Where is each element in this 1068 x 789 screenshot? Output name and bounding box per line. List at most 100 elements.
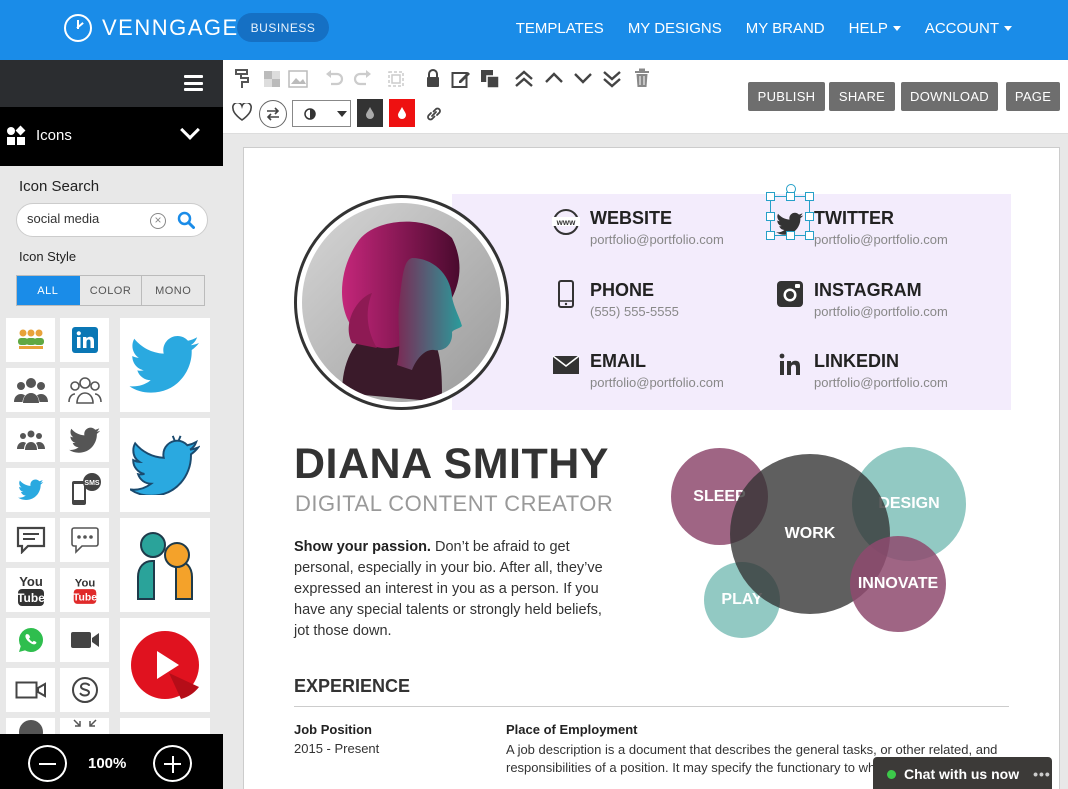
youtube-icon: You Tube [17, 574, 45, 606]
clock-logo-icon [64, 14, 92, 42]
resume-name[interactable]: DIANA SMITHY [294, 440, 609, 489]
venngage-logo[interactable]: VENNGAGE [64, 14, 239, 42]
redo-icon[interactable] [353, 70, 373, 88]
resize-handle-se[interactable] [805, 231, 814, 240]
icon-result-video-camera[interactable] [60, 618, 109, 662]
favorite-heart-icon[interactable] [232, 103, 252, 121]
icon-search-input[interactable] [27, 211, 147, 226]
trash-icon[interactable] [634, 68, 650, 88]
resize-handle-sw[interactable] [766, 231, 775, 240]
group-icon [13, 378, 48, 403]
profile-photo-frame[interactable] [294, 195, 509, 410]
nav-links: TEMPLATES MY DESIGNS MY BRAND HELP ACCOU… [516, 0, 1012, 56]
icon-result-twitter-bird-large[interactable] [120, 318, 210, 412]
icon-result-partial-3[interactable] [120, 718, 210, 734]
resize-handle-w[interactable] [766, 212, 775, 221]
resume-bio[interactable]: Show your passion. Don’t be afraid to ge… [294, 537, 614, 642]
selection-box[interactable] [766, 192, 814, 240]
nav-account[interactable]: ACCOUNT [925, 20, 1012, 37]
job-position[interactable]: Job Position [294, 722, 372, 737]
style-tab-all[interactable]: ALL [17, 276, 80, 305]
icon-result-conversation[interactable] [120, 518, 210, 612]
lock-icon[interactable] [426, 68, 440, 88]
resize-handle-n[interactable] [786, 192, 795, 201]
icon-result-crowd[interactable] [6, 418, 55, 462]
icon-result-group[interactable] [6, 368, 55, 412]
venn-innovate[interactable]: INNOVATE [850, 536, 946, 632]
resize-handle-s[interactable] [786, 231, 795, 240]
nav-templates[interactable]: TEMPLATES [516, 20, 604, 37]
zoom-out-icon[interactable] [28, 745, 67, 782]
color-swatch-dark[interactable] [357, 99, 383, 127]
icon-result-youtube-play[interactable] [120, 618, 210, 712]
page-button[interactable]: PAGE [1006, 82, 1060, 111]
swap-button[interactable] [259, 100, 287, 128]
resume-page[interactable]: www WEBSITE portfolio@portfolio.com TWIT… [243, 147, 1060, 789]
icon-result-linkedin[interactable] [60, 318, 109, 362]
round-icon [18, 720, 43, 734]
icon-result-twitter-mono[interactable] [60, 418, 109, 462]
nav-my-brand[interactable]: MY BRAND [746, 20, 825, 37]
send-to-back-icon[interactable] [602, 69, 622, 89]
more-dots-icon[interactable]: ••• [1033, 766, 1051, 782]
linkedin-icon [71, 327, 98, 353]
duplicate-icon[interactable] [480, 69, 500, 89]
icon-result-partial-2[interactable] [60, 718, 109, 734]
nav-my-designs-label: MY DESIGNS [627, 19, 722, 37]
panel-header[interactable]: Icons [0, 107, 223, 166]
style-tab-color[interactable]: COLOR [80, 276, 143, 305]
icon-result-group-outline[interactable] [60, 368, 109, 412]
icon-result-whatsapp[interactable] [6, 618, 55, 662]
resize-handle-ne[interactable] [805, 192, 814, 201]
employer[interactable]: Place of Employment [506, 722, 637, 737]
paint-format-icon[interactable] [232, 68, 252, 90]
icon-result-team-color[interactable] [6, 318, 55, 362]
nav-help[interactable]: HELP [849, 20, 901, 37]
resize-handle-nw[interactable] [766, 192, 775, 201]
twitter-bird-icon [129, 336, 199, 393]
opacity-dropdown[interactable] [292, 100, 351, 127]
color-swatch-red[interactable] [389, 99, 415, 127]
nav-my-designs[interactable]: MY DESIGNS [628, 20, 722, 37]
icon-result-youtube-color[interactable]: You Tube [60, 568, 109, 612]
experience-heading[interactable]: EXPERIENCE [294, 676, 410, 697]
icon-result-partial-1[interactable] [6, 718, 55, 734]
search-icon[interactable] [177, 211, 195, 229]
team-icon [17, 329, 44, 349]
contact-phone-label: PHONE [590, 280, 655, 300]
bring-to-front-icon[interactable] [514, 69, 534, 89]
job-dates[interactable]: 2015 - Present [294, 741, 379, 756]
crop-frame-icon[interactable] [387, 70, 405, 88]
undo-icon[interactable] [324, 70, 344, 88]
chat-bubble-icon [16, 526, 45, 554]
venn-diagram[interactable]: SLEEP DESIGN PLAY WORK INNOVATE [664, 438, 974, 648]
zoom-in-icon[interactable] [153, 745, 192, 782]
icon-result-sms-phone[interactable]: SMS [60, 468, 109, 512]
image-icon[interactable] [288, 70, 308, 88]
icon-result-skype[interactable] [60, 668, 109, 712]
icon-result-chat-bubble[interactable] [6, 518, 55, 562]
youtube-icon: You Tube [72, 578, 97, 604]
chat-widget[interactable]: Chat with us now ••• [873, 757, 1052, 789]
transparency-icon[interactable] [263, 70, 281, 88]
resume-role[interactable]: DIGITAL CONTENT CREATOR [295, 491, 613, 517]
style-tab-mono[interactable]: MONO [142, 276, 204, 305]
resize-handle-e[interactable] [805, 212, 814, 221]
share-button[interactable]: SHARE [829, 82, 895, 111]
icon-result-youtube-mono[interactable]: You Tube [6, 568, 55, 612]
edit-icon[interactable] [451, 69, 471, 89]
send-backward-icon[interactable] [573, 71, 593, 85]
plan-badge[interactable]: BUSINESS [237, 13, 329, 42]
clear-search-icon[interactable]: × [150, 213, 166, 229]
download-button[interactable]: DOWNLOAD [901, 82, 998, 111]
icon-result-twitter-color[interactable] [6, 468, 55, 512]
icon-result-video-outline[interactable] [6, 668, 55, 712]
bring-forward-icon[interactable] [544, 71, 564, 85]
icon-result-twitter-bird-outline[interactable] [120, 418, 210, 512]
icon-result-chat-dots[interactable] [60, 518, 109, 562]
link-icon[interactable] [425, 105, 443, 123]
hamburger-menu-icon[interactable] [184, 75, 203, 91]
chevron-down-icon[interactable] [180, 120, 200, 140]
nav-help-label: HELP [848, 19, 888, 37]
publish-button[interactable]: PUBLISH [748, 82, 825, 111]
